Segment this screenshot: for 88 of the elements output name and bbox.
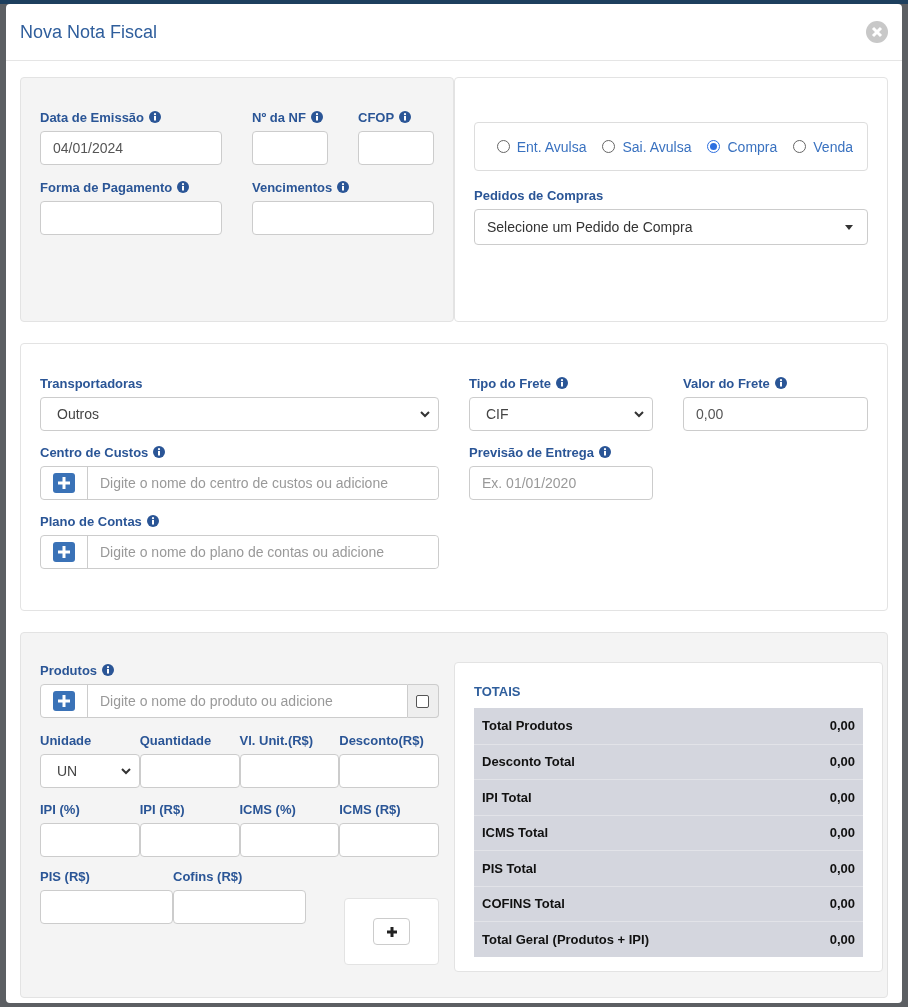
radio-option[interactable]: Venda: [793, 138, 853, 155]
info-icon: [177, 181, 190, 193]
chevron-down-icon: [420, 410, 430, 418]
total-label: Desconto Total: [482, 754, 575, 770]
total-value: 0,00: [829, 789, 855, 805]
radio-option[interactable]: Compra: [707, 138, 778, 155]
field-label: Unidade: [40, 732, 93, 748]
search-field[interactable]: Digite o nome do centro de custos ou adicione: [40, 466, 439, 500]
field-label: Data de Emissão: [40, 109, 222, 125]
field-label: Tipo do Frete: [469, 375, 653, 391]
text-field[interactable]: [358, 131, 434, 165]
select-field[interactable]: CIF: [469, 397, 653, 431]
field-label: Produtos: [40, 662, 439, 678]
field-label: Vencimentos: [252, 179, 434, 195]
plus-icon[interactable]: [53, 691, 75, 711]
field-label: Previsão de Entrega: [469, 444, 653, 460]
search-field[interactable]: Digite o nome do plano de contas ou adicione: [40, 535, 439, 569]
field-label: Desconto(R$): [339, 732, 425, 748]
field-label: Vl. Unit.(R$): [239, 732, 315, 748]
text-field[interactable]: [239, 754, 340, 788]
info-icon: [146, 515, 159, 527]
info-icon: [556, 377, 569, 389]
field-label: CFOP: [358, 109, 434, 125]
select-field[interactable]: Outros: [40, 397, 439, 431]
total-value: 0,00: [829, 860, 855, 876]
search-field[interactable]: Digite o nome do produto ou adicione: [40, 684, 408, 718]
text-field[interactable]: [40, 823, 140, 857]
field-label: ICMS (%): [239, 801, 297, 817]
text-field[interactable]: [40, 201, 222, 235]
add-button[interactable]: [373, 918, 410, 945]
info-icon: [310, 111, 323, 123]
info-icon: [149, 111, 162, 123]
field-label: Forma de Pagamento: [40, 179, 222, 195]
text-field[interactable]: Ex. 01/01/2020: [469, 466, 653, 500]
text-field[interactable]: [173, 890, 306, 924]
info-icon: [102, 664, 115, 676]
text-field[interactable]: 0,00: [683, 397, 868, 431]
total-label: COFINS Total: [482, 896, 565, 912]
field-label: Pedidos de Compras: [474, 187, 605, 203]
plus-icon: [385, 925, 398, 938]
total-label: PIS Total: [482, 860, 537, 876]
text-field[interactable]: 04/01/2024: [40, 131, 222, 165]
info-icon: [337, 181, 350, 193]
field-label: Quantidade: [139, 732, 213, 748]
select-field[interactable]: Selecione um Pedido de Compra: [474, 209, 868, 245]
text-field[interactable]: [252, 201, 434, 235]
caret-icon: [845, 224, 853, 230]
checkbox[interactable]: [416, 694, 430, 708]
field-label: Transportadoras: [40, 375, 144, 391]
close-icon[interactable]: [866, 21, 888, 43]
select-field[interactable]: UN: [40, 754, 140, 788]
field-label: Plano de Contas: [40, 513, 439, 529]
text-field[interactable]: [252, 131, 328, 165]
text-field[interactable]: [40, 890, 173, 924]
total-value: 0,00: [829, 931, 855, 947]
text-field[interactable]: [339, 754, 439, 788]
info-icon: [153, 446, 166, 458]
plus-icon[interactable]: [53, 542, 75, 562]
field-label: Centro de Custos: [40, 444, 439, 460]
radio-option[interactable]: Sai. Avulsa: [602, 138, 692, 155]
chevron-down-icon: [634, 410, 644, 418]
totals-title: TOTAIS: [474, 684, 522, 699]
dialog-title: Nova Nota Fiscal: [20, 21, 158, 43]
total-value: 0,00: [829, 825, 855, 841]
text-field[interactable]: [339, 823, 439, 857]
total-label: IPI Total: [482, 789, 532, 805]
field-label: PIS (R$): [40, 868, 91, 884]
field-label: Cofins (R$): [173, 868, 244, 884]
text-field[interactable]: [239, 823, 340, 857]
field-label: IPI (R$): [139, 801, 186, 817]
total-value: 0,00: [829, 718, 855, 734]
info-icon: [399, 111, 412, 123]
total-label: Total Produtos: [482, 718, 573, 734]
chevron-down-icon: [120, 767, 131, 775]
field-label: ICMS (R$): [339, 801, 402, 817]
info-icon: [599, 446, 611, 458]
info-icon: [774, 377, 787, 389]
total-value: 0,00: [829, 896, 855, 912]
total-label: Total Geral (Produtos + IPI): [482, 931, 649, 947]
field-label: Nº da NF: [252, 109, 328, 125]
text-field[interactable]: [139, 754, 240, 788]
text-field[interactable]: [139, 823, 240, 857]
field-label: IPI (%): [40, 801, 81, 817]
radio-option[interactable]: Ent. Avulsa: [496, 138, 587, 155]
plus-icon[interactable]: [53, 473, 75, 493]
field-label: Valor do Frete: [683, 375, 868, 391]
total-label: ICMS Total: [482, 825, 549, 841]
total-value: 0,00: [829, 754, 855, 770]
